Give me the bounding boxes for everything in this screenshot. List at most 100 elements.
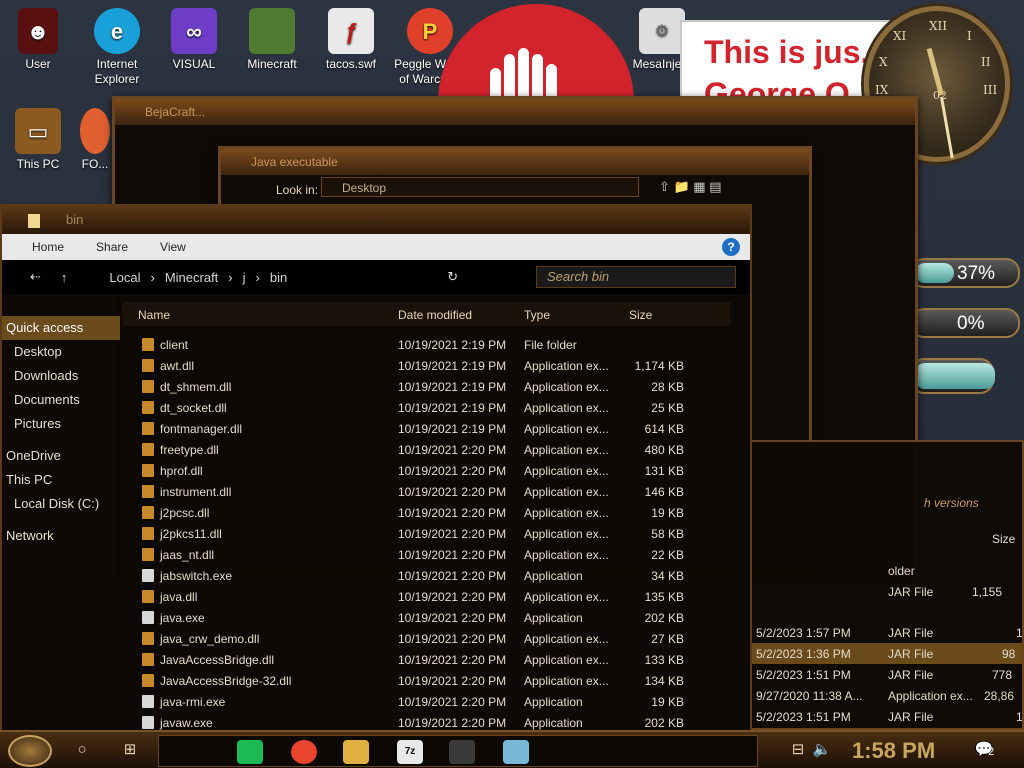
nav-quick-access[interactable]: Quick access — [2, 316, 120, 340]
nav-pictures[interactable]: Pictures — [2, 412, 120, 436]
spotify-icon[interactable] — [237, 740, 263, 764]
notes-icon[interactable] — [503, 740, 529, 764]
desktop-icon-tacos-swf[interactable]: ƒ tacos.swf — [313, 8, 389, 72]
taskbar-clock[interactable]: 1:58 PM — [852, 738, 935, 764]
versions-row-selected[interactable]: 5/2/2023 1:36 PM JAR File 98 — [746, 643, 1022, 664]
versions-row[interactable]: JAR File 1,155 — [746, 581, 1022, 602]
file-type: Application ex... — [524, 653, 609, 667]
file-explorer-icon[interactable] — [343, 740, 369, 764]
file-size: 27 KB — [651, 632, 684, 646]
file-row[interactable]: j2pkcs11.dll 10/19/2021 2:20 PM Applicatio… — [122, 523, 730, 544]
nav-network[interactable]: Network — [2, 524, 120, 548]
up-arrow-icon[interactable]: ↑ — [49, 270, 80, 285]
file-type: Application ex... — [524, 590, 609, 604]
explorer-titlebar[interactable]: bin — [2, 206, 750, 234]
file-row[interactable]: j2pcsc.dll 10/19/2021 2:20 PM Application … — [122, 502, 730, 523]
column-date-modified[interactable]: Date modified — [398, 308, 472, 322]
file-row[interactable]: jaas_nt.dll 10/19/2021 2:20 PM Application… — [122, 544, 730, 565]
desktop-icon-internet-explorer[interactable]: e Internet Explorer — [79, 8, 155, 87]
breadcrumb-j[interactable]: j — [233, 270, 256, 285]
back-window-titlebar[interactable]: BejaCraft... — [115, 99, 915, 125]
nav-local-disk[interactable]: Local Disk (C:) — [2, 492, 120, 516]
file-row[interactable]: client 10/19/2021 2:19 PM File folder — [122, 334, 730, 355]
versions-row[interactable]: 5/2/2023 1:51 PM JAR File 778 — [746, 664, 1022, 685]
file-name: jaas_nt.dll — [160, 548, 215, 562]
cpu-gauge: 37% — [910, 258, 1020, 288]
file-row[interactable]: java.dll 10/19/2021 2:20 PM Application ex… — [122, 586, 730, 607]
ribbon-tab-home[interactable]: Home — [2, 240, 80, 254]
dll-file-icon — [142, 632, 154, 645]
help-icon[interactable]: ? — [722, 238, 740, 256]
desktop-icon-visual[interactable]: ∞ VISUAL — [156, 8, 232, 72]
file-row[interactable]: dt_socket.dll 10/19/2021 2:19 PM Applicati… — [122, 397, 730, 418]
search-input[interactable]: Search bin — [536, 266, 736, 288]
nav-onedrive[interactable]: OneDrive — [2, 444, 120, 468]
clock-numeral-11: XI — [893, 29, 907, 43]
dll-file-icon — [142, 548, 154, 561]
look-in-dropdown[interactable]: Desktop — [321, 177, 639, 197]
column-name[interactable]: Name — [138, 308, 170, 322]
column-size[interactable]: Size — [629, 308, 652, 322]
file-type: Application ex... — [524, 422, 609, 436]
file-row[interactable]: awt.dll 10/19/2021 2:19 PM Application ex.… — [122, 355, 730, 376]
file-row[interactable]: java_crw_demo.dll 10/19/2021 2:20 PM Appli… — [122, 628, 730, 649]
file-row[interactable]: freetype.dll 10/19/2021 2:20 PM Applicatio… — [122, 439, 730, 460]
file-name: java-rmi.exe — [160, 695, 226, 709]
versions-size-column[interactable]: Size — [992, 532, 1015, 546]
file-size: 25 KB — [651, 401, 684, 415]
cortana-circle-icon[interactable]: ○ — [70, 738, 94, 762]
file-row[interactable]: JavaAccessBridge-32.dll 10/19/2021 2:20 P… — [122, 670, 730, 691]
dialog-title[interactable]: Java executable — [221, 149, 809, 175]
column-type[interactable]: Type — [524, 308, 550, 322]
file-row[interactable]: dt_shmem.dll 10/19/2021 2:19 PM Applicatio… — [122, 376, 730, 397]
versions-row[interactable]: 9/27/2020 11:38 A... Application ex... 28,… — [746, 685, 1022, 706]
nav-desktop[interactable]: Desktop — [2, 340, 120, 364]
network-icon[interactable]: ⊟ — [786, 738, 810, 762]
versions-row[interactable]: older — [746, 560, 1022, 581]
volume-muted-icon[interactable]: 🔈 — [810, 738, 834, 762]
file-explorer-window[interactable]: bin Home Share View ? ⇠ ↑ Local › Minecr… — [0, 204, 752, 734]
folder-icon — [28, 214, 40, 228]
nav-documents[interactable]: Documents — [2, 388, 120, 412]
desktop-icon-user[interactable]: ☻ User — [0, 8, 76, 72]
file-type: Application ex... — [524, 464, 609, 478]
ribbon-tab-view[interactable]: View — [144, 240, 202, 254]
versions-row[interactable]: 5/2/2023 1:51 PM JAR File 1 — [746, 706, 1022, 727]
desktop-icon-this-pc[interactable]: ▭ This PC — [0, 108, 76, 172]
dialog-toolbar-icons[interactable]: ⇧ 📁 ▦ ▤ — [659, 179, 721, 195]
refresh-icon[interactable]: ↻ — [447, 269, 458, 285]
clock-numeral-3: III — [983, 83, 998, 97]
file-type: Application — [524, 695, 583, 709]
file-type: Application ex... — [524, 674, 609, 688]
versions-row[interactable]: 5/2/2023 1:57 PM JAR File 1 — [746, 622, 1022, 643]
file-row[interactable]: hprof.dll 10/19/2021 2:20 PM Application e… — [122, 460, 730, 481]
nav-downloads[interactable]: Downloads — [2, 364, 120, 388]
chrome-icon[interactable] — [291, 740, 317, 764]
file-date: 10/19/2021 2:20 PM — [398, 485, 507, 499]
file-row[interactable]: jabswitch.exe 10/19/2021 2:20 PM Applicati… — [122, 565, 730, 586]
nav-this-pc[interactable]: This PC — [2, 468, 120, 492]
breadcrumb-bin[interactable]: bin — [260, 270, 297, 285]
breadcrumb-minecraft[interactable]: Minecraft — [155, 270, 228, 285]
versions-window[interactable]: h versions Size older JAR File 1,155 5/2/… — [744, 440, 1024, 730]
file-row[interactable]: java-rmi.exe 10/19/2021 2:20 PM Applicatio… — [122, 691, 730, 712]
file-row[interactable]: instrument.dll 10/19/2021 2:20 PM Applicat… — [122, 481, 730, 502]
breadcrumb-local[interactable]: Local — [79, 270, 150, 285]
ribbon-tab-share[interactable]: Share — [80, 240, 144, 254]
file-row[interactable]: java.exe 10/19/2021 2:20 PM Application 202… — [122, 607, 730, 628]
minecraft-taskbar-icon[interactable] — [449, 740, 475, 764]
minecraft-icon — [249, 8, 295, 54]
file-row[interactable]: fontmanager.dll 10/19/2021 2:19 PM Applica… — [122, 418, 730, 439]
start-button[interactable] — [8, 735, 52, 767]
back-arrow-icon[interactable]: ⇠ — [2, 269, 49, 285]
notification-count: 2 — [988, 746, 995, 758]
task-view-icon[interactable]: ⊞ — [118, 738, 142, 762]
dll-file-icon — [142, 464, 154, 477]
file-name: client — [160, 338, 189, 352]
desktop-icon-minecraft[interactable]: Minecraft — [234, 8, 310, 72]
dll-file-icon — [142, 359, 154, 372]
file-row[interactable]: JavaAccessBridge.dll 10/19/2021 2:20 PM Ap… — [122, 649, 730, 670]
7zip-icon[interactable]: 7z — [397, 740, 423, 764]
file-type: Application ex... — [524, 443, 609, 457]
dll-file-icon — [142, 485, 154, 498]
